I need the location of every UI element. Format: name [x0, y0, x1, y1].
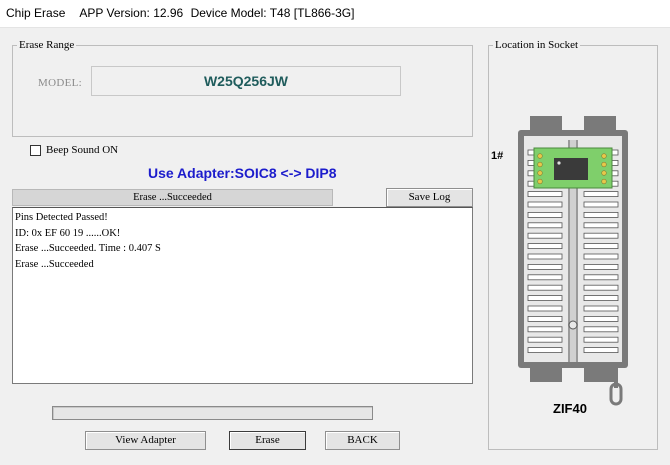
- socket-pin: [583, 222, 619, 229]
- adapter-pad: [601, 161, 607, 168]
- socket-pin: [527, 326, 563, 333]
- socket-pin: [583, 295, 619, 302]
- socket-pin: [583, 232, 619, 239]
- adapter-pad: [601, 153, 607, 159]
- location-legend: Location in Socket: [495, 39, 579, 51]
- model-label: MODEL:: [38, 77, 82, 89]
- socket-pin: [583, 243, 619, 250]
- beep-sound-checkbox[interactable]: Beep Sound ON: [30, 144, 118, 156]
- socket-pin: [527, 305, 563, 312]
- log-output[interactable]: Pins Detected Passed! ID: 0x EF 60 19 ..…: [12, 207, 473, 384]
- log-line: Pins Detected Passed!: [15, 212, 108, 223]
- socket-pin: [583, 191, 619, 197]
- adapter-instruction: Use Adapter:SOIC8 <-> DIP8: [148, 165, 337, 181]
- adapter-pad: [537, 161, 543, 168]
- log-line: ID: 0x EF 60 19 ......OK!: [15, 227, 121, 239]
- socket-pin: [527, 315, 563, 322]
- socket-pin: [583, 201, 619, 208]
- socket-pin: [583, 263, 619, 270]
- socket-pin: [583, 253, 619, 260]
- socket-pin: [583, 347, 619, 354]
- socket-pin: [583, 326, 619, 333]
- save-log-button[interactable]: Save Log: [386, 188, 473, 207]
- socket-pin-marker: [568, 320, 578, 330]
- log-line: Erase ...Succeeded: [15, 258, 94, 270]
- checkbox-box[interactable]: [30, 144, 41, 156]
- erase-button[interactable]: Erase: [229, 431, 306, 450]
- window-title: Chip Erase: [6, 6, 66, 20]
- status-bar: Erase ...Succeeded: [12, 189, 333, 206]
- adapter-pad: [537, 153, 543, 159]
- socket-pin: [527, 191, 563, 197]
- socket-pin: [527, 347, 563, 354]
- soic8-chip: [554, 158, 588, 180]
- view-adapter-button[interactable]: View Adapter: [85, 431, 206, 450]
- socket-pin: [527, 336, 563, 343]
- socket-pin: [583, 284, 619, 291]
- socket-pin: [527, 253, 563, 260]
- log-line: Erase ...Succeeded. Time : 0.407 S: [15, 243, 161, 254]
- beep-sound-label: Beep Sound ON: [46, 144, 119, 156]
- socket-pin: [527, 201, 563, 208]
- back-button[interactable]: BACK: [325, 431, 400, 450]
- socket-pin: [527, 222, 563, 229]
- adapter-pad: [601, 178, 607, 185]
- socket-top-tab-left: [530, 116, 562, 132]
- progress-bar: [52, 406, 373, 420]
- adapter-pad: [537, 170, 543, 176]
- erase-range-legend: Erase Range: [19, 39, 75, 51]
- socket-pin: [527, 243, 563, 250]
- title-bar: Chip Erase APP Version: 12.96 Device Mode…: [0, 0, 670, 28]
- socket-pin: [527, 212, 563, 218]
- socket-pin: [527, 274, 563, 281]
- socket-pin: [527, 232, 563, 239]
- adapter-pad: [601, 170, 607, 176]
- socket-label: ZIF40: [553, 401, 587, 416]
- zif-socket-illustration: [518, 116, 628, 406]
- socket-pin: [527, 263, 563, 270]
- socket-pin: [583, 212, 619, 218]
- socket-pin: [583, 274, 619, 281]
- adapter-pad: [537, 178, 543, 185]
- socket-top-tab-right: [584, 116, 616, 132]
- socket-bottom-tab-right: [584, 366, 616, 382]
- socket-bottom-tab-left: [530, 366, 562, 382]
- socket-pin: [527, 284, 563, 291]
- device-model: Device Model: T48 [TL866-3G]: [190, 6, 355, 20]
- socket-pin: [583, 315, 619, 322]
- socket-pin: [583, 305, 619, 312]
- app-version: APP Version: 12.96: [79, 6, 184, 20]
- title-text: Chip Erase APP Version: 12.96 Device Mode…: [6, 6, 354, 20]
- socket-pin: [583, 336, 619, 343]
- socket-pin: [527, 295, 563, 302]
- model-field: W25Q256JW: [91, 66, 401, 96]
